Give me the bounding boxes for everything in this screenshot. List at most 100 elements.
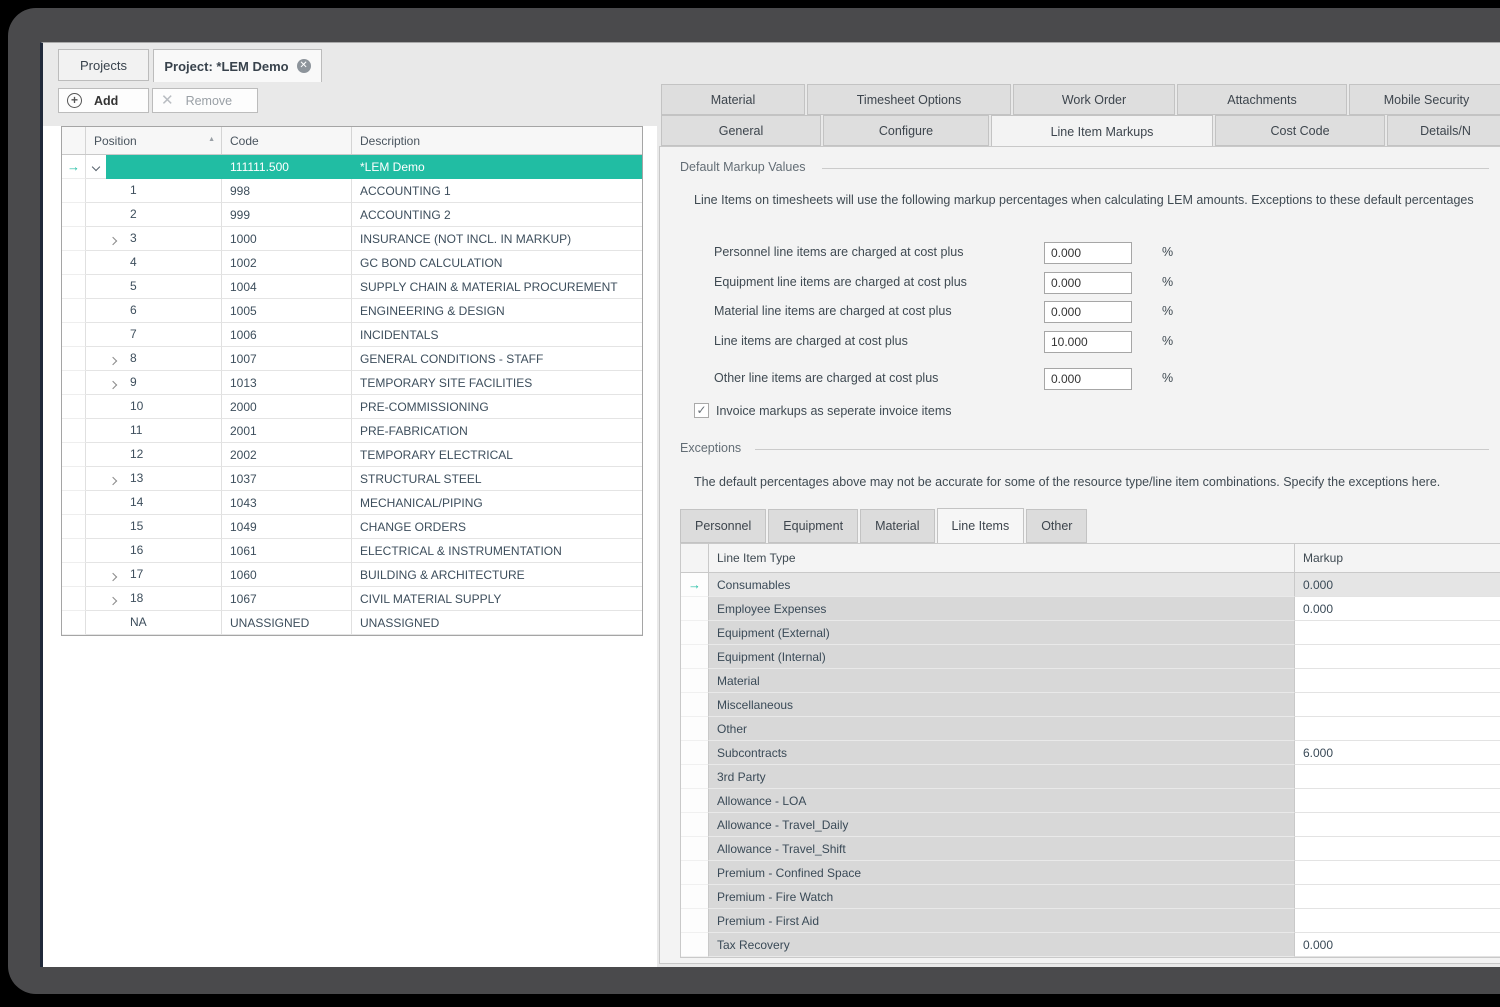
exception-row[interactable]: Equipment (External): [681, 621, 1500, 645]
invoice-markups-checkbox[interactable]: ✓: [694, 403, 709, 418]
tree-root-toggle-cell[interactable]: [86, 443, 106, 467]
markup-cell[interactable]: [1295, 693, 1500, 717]
exception-row[interactable]: Allowance - LOA: [681, 789, 1500, 813]
tree-root-toggle-cell[interactable]: [86, 275, 106, 299]
tree-row[interactable]: NAUNASSIGNEDUNASSIGNED: [62, 611, 642, 635]
other-markup-input[interactable]: [1044, 368, 1132, 390]
markup-cell[interactable]: [1295, 765, 1500, 789]
tree-root-toggle-cell[interactable]: [86, 251, 106, 275]
tree-row[interactable]: 161061ELECTRICAL & INSTRUMENTATION: [62, 539, 642, 563]
subtab-material[interactable]: Material: [860, 509, 934, 543]
tree-row[interactable]: 102000PRE-COMMISSIONING: [62, 395, 642, 419]
tree-root-toggle-cell[interactable]: [86, 155, 106, 179]
subtab-other[interactable]: Other: [1026, 509, 1087, 543]
tree-root-toggle-cell[interactable]: [86, 395, 106, 419]
personnel-markup-input[interactable]: [1044, 242, 1132, 264]
tree-root-toggle-cell[interactable]: [86, 563, 106, 587]
tree-row[interactable]: 171060BUILDING & ARCHITECTURE: [62, 563, 642, 587]
exception-row[interactable]: →Consumables0.000: [681, 573, 1500, 597]
add-button[interactable]: Add: [58, 88, 149, 113]
markup-cell[interactable]: [1295, 885, 1500, 909]
markup-cell[interactable]: 0.000: [1295, 573, 1500, 597]
tree-root-toggle-cell[interactable]: [86, 515, 106, 539]
subtab-personnel[interactable]: Personnel: [680, 509, 766, 543]
markup-cell[interactable]: [1295, 621, 1500, 645]
exception-row[interactable]: Allowance - Travel_Shift: [681, 837, 1500, 861]
material-markup-input[interactable]: [1044, 301, 1132, 323]
expand-chevron-icon[interactable]: [109, 573, 117, 581]
tab-projects[interactable]: Projects: [58, 49, 149, 81]
exceptions-header-line-item-type[interactable]: Line Item Type: [709, 544, 1295, 572]
markup-cell[interactable]: [1295, 837, 1500, 861]
tab-details-notes[interactable]: Details/N: [1387, 115, 1500, 146]
tree-row[interactable]: 181067CIVIL MATERIAL SUPPLY: [62, 587, 642, 611]
sort-ascending-icon[interactable]: ▲: [208, 136, 215, 143]
tree-row[interactable]: 122002TEMPORARY ELECTRICAL: [62, 443, 642, 467]
exception-row[interactable]: Employee Expenses0.000: [681, 597, 1500, 621]
tab-work-order[interactable]: Work Order: [1013, 84, 1175, 115]
tree-root-toggle-cell[interactable]: [86, 323, 106, 347]
tree-root-toggle-cell[interactable]: [86, 299, 106, 323]
exception-row[interactable]: Material: [681, 669, 1500, 693]
markup-cell[interactable]: 6.000: [1295, 741, 1500, 765]
exception-row[interactable]: Allowance - Travel_Daily: [681, 813, 1500, 837]
exception-row[interactable]: 3rd Party: [681, 765, 1500, 789]
tree-root-toggle-cell[interactable]: [86, 371, 106, 395]
tree-row[interactable]: 81007GENERAL CONDITIONS - STAFF: [62, 347, 642, 371]
expand-toggle[interactable]: [110, 593, 116, 607]
markup-cell[interactable]: [1295, 717, 1500, 741]
expand-chevron-icon[interactable]: [109, 237, 117, 245]
tree-header-code[interactable]: Code: [222, 127, 352, 154]
tree-row[interactable]: →111111.500*LEM Demo: [62, 155, 642, 179]
exception-row[interactable]: Other: [681, 717, 1500, 741]
tree-row[interactable]: 31000INSURANCE (NOT INCL. IN MARKUP): [62, 227, 642, 251]
markup-cell[interactable]: [1295, 645, 1500, 669]
exception-row[interactable]: Premium - Fire Watch: [681, 885, 1500, 909]
tree-root-toggle-cell[interactable]: [86, 611, 106, 635]
expand-toggle[interactable]: [110, 473, 116, 487]
expand-toggle[interactable]: [110, 569, 116, 583]
close-tab-icon[interactable]: ✕: [297, 59, 311, 73]
expand-toggle[interactable]: [110, 377, 116, 391]
expand-chevron-icon[interactable]: [109, 357, 117, 365]
tab-line-item-markups[interactable]: Line Item Markups: [991, 115, 1213, 146]
exception-row[interactable]: Premium - First Aid: [681, 909, 1500, 933]
tree-row[interactable]: 151049CHANGE ORDERS: [62, 515, 642, 539]
tree-row[interactable]: 131037STRUCTURAL STEEL: [62, 467, 642, 491]
tree-root-toggle-cell[interactable]: [86, 467, 106, 491]
tree-root-toggle-cell[interactable]: [86, 227, 106, 251]
exception-row[interactable]: Tax Recovery0.000: [681, 933, 1500, 957]
exception-row[interactable]: Premium - Confined Space: [681, 861, 1500, 885]
expand-chevron-icon[interactable]: [109, 477, 117, 485]
markup-cell[interactable]: 0.000: [1295, 597, 1500, 621]
line-items-markup-input[interactable]: [1044, 331, 1132, 353]
tab-timesheet-options[interactable]: Timesheet Options: [807, 84, 1011, 115]
expand-chevron-icon[interactable]: [109, 597, 117, 605]
subtab-line-items[interactable]: Line Items: [937, 508, 1025, 543]
tree-row[interactable]: 61005ENGINEERING & DESIGN: [62, 299, 642, 323]
markup-cell[interactable]: [1295, 669, 1500, 693]
markup-cell[interactable]: [1295, 861, 1500, 885]
tree-root-toggle-cell[interactable]: [86, 587, 106, 611]
tab-material[interactable]: Material: [661, 84, 805, 115]
markup-cell[interactable]: 0.000: [1295, 933, 1500, 957]
tab-attachments[interactable]: Attachments: [1177, 84, 1347, 115]
exception-row[interactable]: Equipment (Internal): [681, 645, 1500, 669]
tree-row[interactable]: 112001PRE-FABRICATION: [62, 419, 642, 443]
subtab-equipment[interactable]: Equipment: [768, 509, 858, 543]
tab-configure[interactable]: Configure: [823, 115, 989, 146]
exception-row[interactable]: Miscellaneous: [681, 693, 1500, 717]
tree-root-toggle-cell[interactable]: [86, 419, 106, 443]
tree-header-description[interactable]: Description: [352, 127, 642, 154]
tree-header-position[interactable]: Position ▲: [86, 127, 222, 154]
exceptions-header-markup[interactable]: Markup: [1295, 544, 1500, 572]
equipment-markup-input[interactable]: [1044, 272, 1132, 294]
tree-row[interactable]: 1998ACCOUNTING 1: [62, 179, 642, 203]
tree-row[interactable]: 51004SUPPLY CHAIN & MATERIAL PROCUREMENT: [62, 275, 642, 299]
tree-root-toggle-cell[interactable]: [86, 347, 106, 371]
tree-row[interactable]: 71006INCIDENTALS: [62, 323, 642, 347]
markup-cell[interactable]: [1295, 909, 1500, 933]
tab-project-lem-demo[interactable]: Project: *LEM Demo ✕: [153, 49, 322, 82]
tab-cost-code[interactable]: Cost Code: [1215, 115, 1385, 146]
expand-toggle[interactable]: [110, 353, 116, 367]
